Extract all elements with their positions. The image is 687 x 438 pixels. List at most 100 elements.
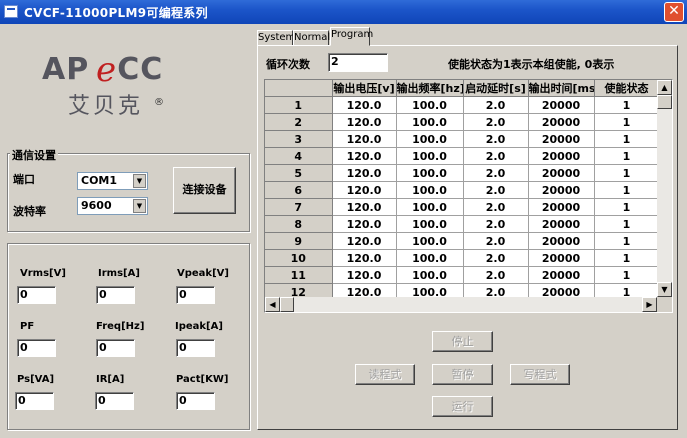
close-button[interactable]: ✕ (664, 2, 684, 22)
cell-voltage[interactable]: 120.0 (332, 96, 397, 114)
cell-enable[interactable]: 1 (594, 266, 660, 284)
freq-field[interactable]: 0 (96, 339, 135, 357)
cell-frequency[interactable]: 100.0 (396, 164, 464, 182)
cell-enable[interactable]: 1 (594, 113, 660, 131)
vrms-field[interactable]: 0 (17, 286, 56, 304)
row-header[interactable]: 5 (265, 164, 333, 182)
cell-enable[interactable]: 1 (594, 198, 660, 216)
vertical-scrollbar[interactable]: ▲ ▼ (657, 80, 672, 297)
table-row[interactable]: 10 120.0 100.0 2.0 20000 1 (265, 249, 660, 267)
cell-frequency[interactable]: 100.0 (396, 130, 464, 148)
chevron-down-icon[interactable]: ▼ (133, 174, 146, 188)
cell-voltage[interactable]: 120.0 (332, 198, 397, 216)
tab-program[interactable]: Program (330, 27, 373, 46)
cell-frequency[interactable]: 100.0 (396, 249, 464, 267)
cell-voltage[interactable]: 120.0 (332, 215, 397, 233)
scroll-up-icon[interactable]: ▲ (657, 80, 672, 95)
irms-field[interactable]: 0 (96, 286, 135, 304)
scroll-left-icon[interactable]: ◀ (265, 297, 280, 312)
col-header-voltage[interactable]: 输出电压[v] (332, 80, 397, 97)
table-row[interactable]: 1 120.0 100.0 2.0 20000 1 (265, 96, 660, 114)
row-header[interactable]: 4 (265, 147, 333, 165)
row-header[interactable]: 6 (265, 181, 333, 199)
cell-enable[interactable]: 1 (594, 215, 660, 233)
tab-normal[interactable]: Normal (293, 30, 330, 46)
row-header[interactable]: 7 (265, 198, 333, 216)
cell-voltage[interactable]: 120.0 (332, 130, 397, 148)
scroll-down-icon[interactable]: ▼ (657, 282, 672, 297)
connect-button[interactable]: 连接设备 (173, 167, 236, 214)
cell-voltage[interactable]: 120.0 (332, 266, 397, 284)
write-program-button[interactable]: 写程式 (510, 364, 570, 385)
cell-voltage[interactable]: 120.0 (332, 232, 397, 250)
program-grid[interactable]: 输出电压[v] 输出频率[hz] 启动延时[s] 输出时间[ms] 使能状态 1… (264, 79, 673, 313)
table-row[interactable]: 9 120.0 100.0 2.0 20000 1 (265, 232, 660, 250)
cell-frequency[interactable]: 100.0 (396, 232, 464, 250)
run-button[interactable]: 运行 (432, 396, 493, 417)
cell-enable[interactable]: 1 (594, 130, 660, 148)
cell-voltage[interactable]: 120.0 (332, 181, 397, 199)
cell-time[interactable]: 20000 (528, 113, 595, 131)
port-select[interactable]: COM1 ▼ (77, 172, 148, 190)
cell-frequency[interactable]: 100.0 (396, 198, 464, 216)
cell-enable[interactable]: 1 (594, 249, 660, 267)
cell-time[interactable]: 20000 (528, 130, 595, 148)
col-header-time[interactable]: 输出时间[ms] (528, 80, 595, 97)
pact-field[interactable]: 0 (176, 392, 215, 410)
ipeak-field[interactable]: 0 (176, 339, 215, 357)
cell-time[interactable]: 20000 (528, 215, 595, 233)
cell-time[interactable]: 20000 (528, 164, 595, 182)
ir-field[interactable]: 0 (95, 392, 134, 410)
col-header-delay[interactable]: 启动延时[s] (463, 80, 529, 97)
col-header-frequency[interactable]: 输出频率[hz] (396, 80, 464, 97)
cell-time[interactable]: 20000 (528, 198, 595, 216)
horizontal-scroll-thumb[interactable] (280, 297, 294, 312)
table-row[interactable]: 7 120.0 100.0 2.0 20000 1 (265, 198, 660, 216)
cell-frequency[interactable]: 100.0 (396, 96, 464, 114)
cell-enable[interactable]: 1 (594, 232, 660, 250)
cell-time[interactable]: 20000 (528, 96, 595, 114)
cell-frequency[interactable]: 100.0 (396, 266, 464, 284)
cell-enable[interactable]: 1 (594, 96, 660, 114)
cell-delay[interactable]: 2.0 (463, 164, 529, 182)
cell-enable[interactable]: 1 (594, 181, 660, 199)
row-header[interactable]: 3 (265, 130, 333, 148)
table-row[interactable]: 2 120.0 100.0 2.0 20000 1 (265, 113, 660, 131)
cell-voltage[interactable]: 120.0 (332, 113, 397, 131)
table-row[interactable]: 8 120.0 100.0 2.0 20000 1 (265, 215, 660, 233)
pf-field[interactable]: 0 (17, 339, 56, 357)
cell-frequency[interactable]: 100.0 (396, 147, 464, 165)
cell-voltage[interactable]: 120.0 (332, 164, 397, 182)
loop-count-field[interactable]: 2 (328, 53, 388, 72)
col-header-enable[interactable]: 使能状态 (594, 80, 660, 97)
ps-field[interactable]: 0 (15, 392, 54, 410)
tab-system[interactable]: System (257, 30, 295, 46)
chevron-down-icon[interactable]: ▼ (133, 199, 146, 213)
table-row[interactable]: 5 120.0 100.0 2.0 20000 1 (265, 164, 660, 182)
cell-delay[interactable]: 2.0 (463, 249, 529, 267)
row-header[interactable]: 10 (265, 249, 333, 267)
cell-delay[interactable]: 2.0 (463, 113, 529, 131)
cell-delay[interactable]: 2.0 (463, 232, 529, 250)
vertical-scroll-thumb[interactable] (657, 95, 672, 109)
table-row[interactable]: 11 120.0 100.0 2.0 20000 1 (265, 266, 660, 284)
cell-voltage[interactable]: 120.0 (332, 249, 397, 267)
vpeak-field[interactable]: 0 (176, 286, 215, 304)
row-header[interactable]: 9 (265, 232, 333, 250)
row-header[interactable]: 8 (265, 215, 333, 233)
stop-button[interactable]: 停止 (432, 331, 493, 352)
cell-time[interactable]: 20000 (528, 266, 595, 284)
cell-time[interactable]: 20000 (528, 147, 595, 165)
scroll-right-icon[interactable]: ▶ (642, 297, 657, 312)
cell-enable[interactable]: 1 (594, 147, 660, 165)
cell-delay[interactable]: 2.0 (463, 130, 529, 148)
cell-delay[interactable]: 2.0 (463, 198, 529, 216)
cell-enable[interactable]: 1 (594, 164, 660, 182)
table-row[interactable]: 6 120.0 100.0 2.0 20000 1 (265, 181, 660, 199)
table-row[interactable]: 3 120.0 100.0 2.0 20000 1 (265, 130, 660, 148)
cell-frequency[interactable]: 100.0 (396, 113, 464, 131)
cell-frequency[interactable]: 100.0 (396, 215, 464, 233)
cell-voltage[interactable]: 120.0 (332, 147, 397, 165)
row-header[interactable]: 1 (265, 96, 333, 114)
read-program-button[interactable]: 读程式 (355, 364, 415, 385)
